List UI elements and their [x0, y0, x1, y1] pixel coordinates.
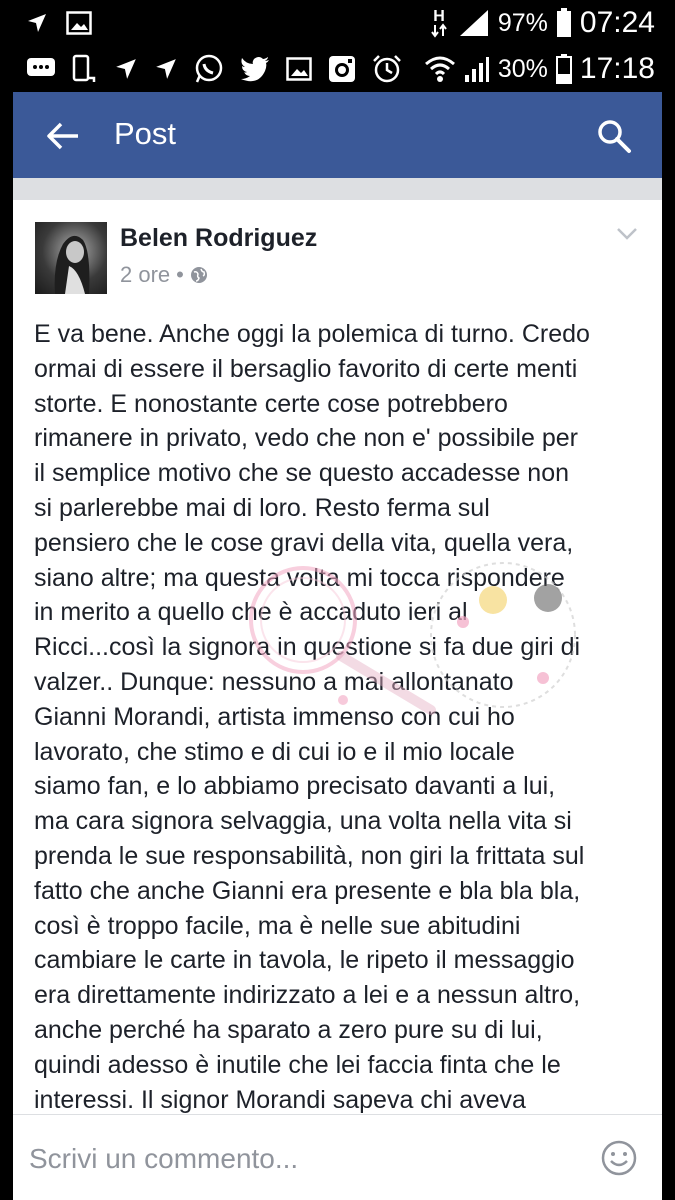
- post-text-line: storte. E nonostante certe cose potrebbe…: [34, 389, 508, 418]
- post-text-line: si parlerebbe mai di loro. Resto ferma s…: [34, 493, 490, 522]
- phone-notif-icon: [72, 54, 98, 84]
- post-text-line: ormai di essere il bersaglio favorito di…: [34, 354, 578, 383]
- alarm-icon: [372, 54, 402, 84]
- post-text-line: cambiare le carte in tavola, le ripeto i…: [34, 946, 575, 975]
- status-bar-top: H 97% 07:24: [0, 0, 675, 46]
- chevron-down-icon[interactable]: [616, 226, 638, 242]
- post-body: E va bene. Anche oggi la polemica di tur…: [34, 317, 648, 1117]
- svg-text:H: H: [433, 8, 445, 25]
- comment-bar: [13, 1114, 662, 1200]
- instagram-icon: [328, 55, 356, 83]
- post-text-line: pensiero che le cose gravi della vita, q…: [34, 528, 574, 557]
- post-text-line: siano altre; ma questa volta mi tocca ri…: [34, 563, 565, 592]
- post-card: Belen Rodriguez 2 ore • E va bene. Anche…: [13, 200, 662, 1114]
- twitter-icon: [240, 56, 270, 82]
- avatar[interactable]: [35, 222, 107, 294]
- post-text-line: prenda le sue responsabilità, non giri l…: [34, 841, 585, 870]
- battery-icon: [555, 54, 572, 84]
- message-icon: [26, 56, 56, 82]
- navigation-icon: [154, 57, 178, 81]
- post-text-line: siamo fan, e lo abbiamo precisato davant…: [34, 772, 556, 801]
- meta-separator: •: [176, 262, 184, 287]
- post-text-line: anche perché ha sparato a zero pure su d…: [34, 1015, 543, 1044]
- divider: [13, 178, 662, 200]
- globe-icon: [190, 266, 208, 284]
- post-text-line: era direttamente indirizzato a lei e a n…: [34, 981, 581, 1010]
- app-bar: Post: [13, 92, 662, 178]
- signal-icon: [458, 8, 490, 38]
- navigation-icon: [26, 12, 48, 34]
- comment-input[interactable]: [27, 1137, 591, 1181]
- image-icon: [286, 57, 312, 81]
- image-icon: [66, 11, 92, 35]
- whatsapp-icon: [194, 54, 224, 84]
- post-text-line: il semplice motivo che se questo accades…: [34, 459, 570, 488]
- network-type-icon: H: [428, 7, 450, 39]
- post-text-line: Ricci...così la signora in questione si …: [34, 633, 581, 662]
- search-icon[interactable]: [596, 118, 632, 154]
- post-text-line: Gianni Morandi, artista immenso con cui …: [34, 702, 515, 731]
- app-frame: Post Belen Rodriguez 2 ore • E va bene. …: [13, 92, 662, 1200]
- battery-percent: 30%: [497, 54, 548, 83]
- post-text-line: interessi. Il signor Morandi sapeva chi …: [34, 1085, 526, 1114]
- post-text-line: E va bene. Anche oggi la polemica di tur…: [34, 320, 590, 348]
- status-bar-bottom: 30% 17:18: [0, 46, 675, 92]
- battery-icon: [556, 8, 572, 38]
- smiley-icon[interactable]: [601, 1140, 637, 1176]
- author-name[interactable]: Belen Rodriguez: [120, 224, 317, 253]
- post-time[interactable]: 2 ore: [120, 262, 170, 288]
- wifi-icon: [424, 54, 456, 84]
- signal-icon: [464, 55, 490, 83]
- post-text-line: rimanere in privato, vedo che non e' pos…: [34, 424, 578, 453]
- post-meta: 2 ore •: [120, 262, 208, 288]
- post-text-line: lavorato, che stimo e di cui io e il mio…: [34, 737, 515, 766]
- battery-percent: 97%: [497, 8, 548, 37]
- back-arrow-icon[interactable]: [45, 118, 81, 154]
- clock: 07:24: [579, 6, 655, 39]
- post-text-line: ma cara signora selvaggia, una volta nel…: [34, 807, 572, 836]
- navigation-icon: [114, 57, 138, 81]
- clock: 17:18: [579, 52, 655, 85]
- post-text-line: valzer.. Dunque: nessuno a mai allontana…: [34, 667, 514, 696]
- page-title: Post: [114, 116, 177, 151]
- post-text-line: così è troppo facile, ma è nelle sue abi…: [34, 911, 521, 940]
- post-text-line: fatto che anche Gianni era presente e bl…: [34, 876, 581, 905]
- post-text-line: in merito a quello che è accaduto ieri a…: [34, 598, 468, 627]
- post-text-line: quindi adesso è inutile che lei faccia f…: [34, 1050, 561, 1079]
